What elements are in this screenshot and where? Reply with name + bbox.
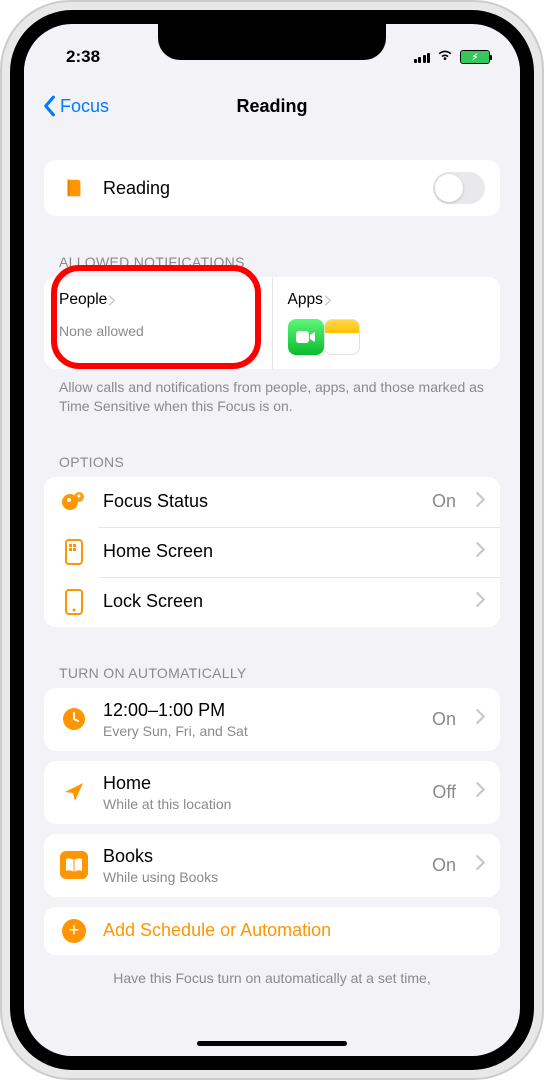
phone-frame: 2:38 ⚡︎ Focus Reading: [0, 0, 544, 1080]
chevron-right-icon: [476, 492, 485, 512]
people-button[interactable]: People None allowed: [44, 277, 273, 369]
chevron-right-icon: [476, 709, 485, 729]
focus-toggle[interactable]: [433, 172, 485, 204]
location-value: Off: [432, 782, 456, 803]
app-automation-value: On: [432, 855, 456, 876]
people-label: People: [59, 291, 107, 309]
schedule-label: 12:00–1:00 PM: [103, 700, 418, 721]
chevron-left-icon: [42, 95, 56, 117]
clock-icon: [59, 706, 89, 732]
app-automation-label: Books: [103, 846, 418, 867]
schedule-row[interactable]: 12:00–1:00 PM Every Sun, Fri, and Sat On: [44, 688, 500, 751]
add-schedule-label: Add Schedule or Automation: [103, 920, 331, 941]
battery-icon: ⚡︎: [460, 50, 490, 64]
location-icon: [59, 780, 89, 804]
apps-label: Apps: [288, 291, 323, 309]
focus-status-icon: [59, 489, 89, 515]
options-header: OPTIONS: [44, 454, 500, 477]
focus-status-row[interactable]: Focus Status On: [44, 477, 500, 527]
back-label: Focus: [60, 96, 109, 117]
nav-bar: Focus Reading: [24, 82, 520, 130]
schedule-value: On: [432, 709, 456, 730]
chevron-right-icon: [476, 592, 485, 612]
lock-screen-row[interactable]: Lock Screen: [44, 577, 500, 627]
schedule-sub: Every Sun, Fri, and Sat: [103, 723, 418, 739]
books-app-icon: [59, 851, 89, 879]
focus-name-row[interactable]: Reading: [44, 160, 500, 216]
allowed-header: ALLOWED NOTIFICATIONS: [44, 254, 500, 277]
wifi-icon: [436, 47, 454, 67]
app-automation-sub: While using Books: [103, 869, 418, 885]
home-screen-label: Home Screen: [103, 541, 456, 562]
home-indicator[interactable]: [197, 1041, 347, 1046]
location-label: Home: [103, 773, 418, 794]
notch: [158, 24, 386, 60]
book-icon: [59, 177, 89, 199]
chevron-right-icon: [108, 295, 115, 306]
focus-status-value: On: [432, 491, 456, 512]
app-automation-row[interactable]: Books While using Books On: [44, 834, 500, 897]
people-sub: None allowed: [59, 323, 257, 339]
lock-screen-label: Lock Screen: [103, 591, 456, 612]
auto-header: TURN ON AUTOMATICALLY: [44, 665, 500, 688]
status-time: 2:38: [66, 47, 100, 67]
plus-icon: +: [62, 919, 86, 943]
lock-screen-icon: [59, 589, 89, 615]
facetime-app-icon: [288, 319, 324, 355]
page-title: Reading: [236, 96, 307, 117]
focus-name-label: Reading: [103, 178, 419, 199]
chevron-right-icon: [324, 295, 331, 306]
notes-app-icon: [324, 319, 360, 355]
location-sub: While at this location: [103, 796, 418, 812]
add-schedule-row[interactable]: + Add Schedule or Automation: [44, 907, 500, 955]
apps-button[interactable]: Apps: [273, 277, 501, 369]
home-screen-row[interactable]: Home Screen: [44, 527, 500, 577]
auto-footer: Have this Focus turn on automatically at…: [44, 955, 500, 988]
chevron-right-icon: [476, 855, 485, 875]
location-row[interactable]: Home While at this location Off: [44, 761, 500, 824]
focus-status-label: Focus Status: [103, 491, 418, 512]
home-screen-icon: [59, 539, 89, 565]
cellular-icon: [414, 51, 431, 63]
chevron-right-icon: [476, 782, 485, 802]
chevron-right-icon: [476, 542, 485, 562]
back-button[interactable]: Focus: [42, 95, 109, 117]
allowed-footer: Allow calls and notifications from peopl…: [44, 369, 500, 416]
